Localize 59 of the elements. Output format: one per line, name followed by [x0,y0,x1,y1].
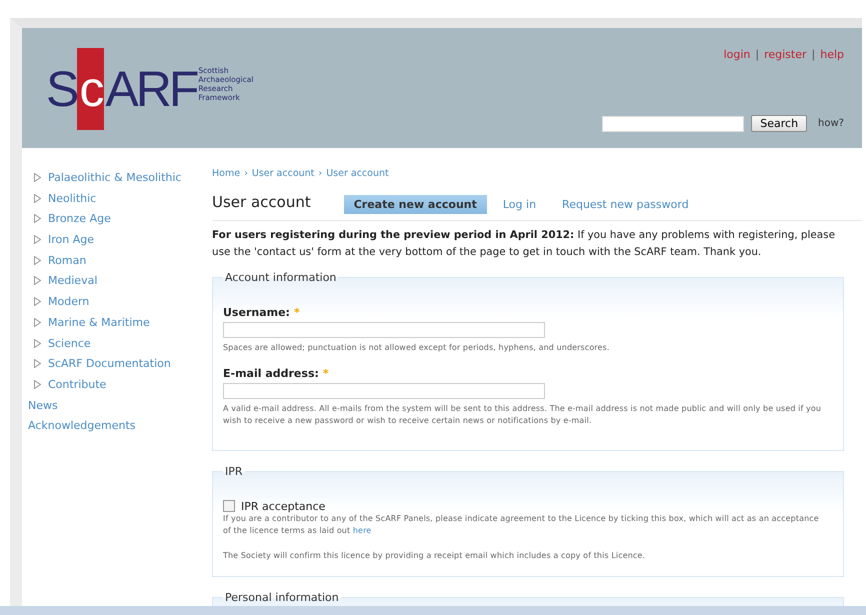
triangle-icon [34,194,41,203]
sidebar-link[interactable]: Contribute [48,376,198,393]
sidebar-link[interactable]: Palaeolithic & Mesolithic [48,170,198,186]
sidebar-link[interactable]: Science [48,336,198,352]
sidebar-link[interactable]: Medieval [48,273,198,290]
separator: | [812,48,816,61]
breadcrumb-separator: › [244,168,248,179]
field-label: E-mail address: [223,366,319,380]
page-title: User account [212,193,311,211]
search-button[interactable]: Search [751,115,808,132]
triangle-icon [34,276,41,286]
sidebar-link[interactable]: News [28,398,178,414]
triangle-icon [34,173,41,182]
sidebar-link[interactable]: Iron Age [48,232,198,248]
logo-wordmark[interactable]: ScARF [46,48,196,130]
field-label: Username: [223,306,290,319]
fieldset-legend: Personal information [223,591,341,604]
breadcrumb-link[interactable]: User account [326,168,389,179]
triangle-icon [34,235,41,244]
tab[interactable]: Log in [492,195,546,214]
user-link[interactable]: help [820,48,844,61]
licence-link[interactable]: here [352,526,372,535]
sidebar-link[interactable]: ScARF Documentation [48,356,198,372]
sidebar-link[interactable]: Modern [48,294,198,310]
field-description: A valid e-mail address. All e-mails from the system will be sent to this address. The e-mail address is not made public and will only be used if you wish to receive a new password or wish to receive certain news or notifications by e-mail. [223,402,822,427]
triangle-icon [34,338,41,348]
input-field[interactable] [223,322,545,338]
triangle-icon [34,297,41,306]
sidebar-link[interactable]: Acknowledgements [28,418,178,434]
search-field[interactable] [602,116,744,132]
checkbox[interactable] [223,500,235,512]
triangle-icon [34,359,41,368]
triangle-icon [34,318,41,327]
sidebar-link[interactable]: Bronze Age [48,211,198,228]
notice-text: For users registering during the preview period in April 2012: If you have any problems with registering, please use the 'contact us' form at the very bottom of the page to get in touch with the ScARF team. Thank you. [212,228,836,260]
breadcrumb-link[interactable]: Home [212,168,240,179]
fieldset-legend: Account information [223,271,338,284]
input-field[interactable] [223,382,545,398]
sidebar-link[interactable]: Roman [48,252,198,269]
user-link[interactable]: register [764,48,806,61]
field-description: If you are a contributor to any of the ScARF Panels, please indicate agreement to the Licence by ticking this box, which will act as an acceptance of the licence terms as laid out here [223,512,820,537]
field-description: Spaces are allowed; punctuation is not allowed except for periods, hyphens, and underscores. [223,342,610,354]
required-mark: * [294,306,300,319]
separator: | [755,48,760,61]
required-mark: * [322,366,329,380]
field-note: The Society will confirm this licence by providing a receipt email which includes a copy of this Licence. [223,550,646,562]
breadcrumb-separator: › [318,168,322,179]
fieldset-legend: IPR [223,464,245,478]
tab[interactable]: Create new account [344,195,487,214]
breadcrumb-link[interactable]: User account [252,168,314,179]
triangle-icon [34,380,41,389]
how-link[interactable]: how? [818,118,844,129]
checkbox-label: IPR acceptance [241,500,326,512]
tab[interactable]: Request new password [552,195,699,214]
sidebar-link[interactable]: Marine & Maritime [48,314,198,331]
user-link[interactable]: login [724,48,750,61]
sidebar-link[interactable]: Neolithic [48,190,198,207]
triangle-icon [34,214,41,224]
triangle-icon [34,256,41,265]
